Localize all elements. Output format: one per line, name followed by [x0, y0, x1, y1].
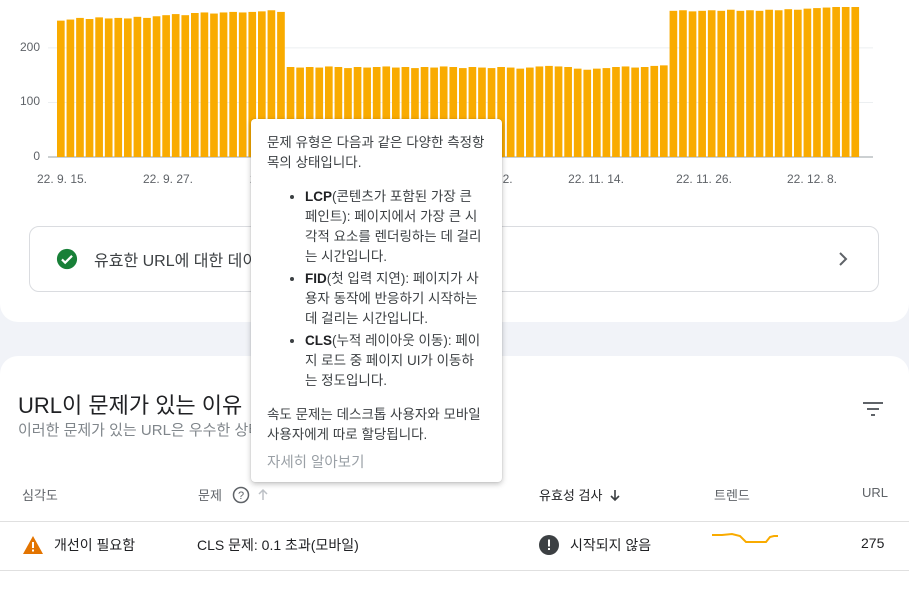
chart-bar[interactable]: [85, 19, 94, 157]
chart-bar[interactable]: [736, 10, 745, 157]
section-title: URL이 문제가 있는 이유: [18, 393, 243, 418]
chart-bar[interactable]: [506, 67, 515, 157]
tooltip-footer: 속도 문제는 데스크톱 사용자와 모바일 사용자에게 따로 할당됩니다.: [267, 407, 481, 442]
chart-bar[interactable]: [210, 13, 218, 157]
chart-bar[interactable]: [526, 67, 534, 157]
chart-bar[interactable]: [784, 9, 793, 158]
chart-bar[interactable]: [95, 17, 103, 157]
chart-bar[interactable]: [727, 9, 735, 158]
y-tick-label: 0: [33, 149, 40, 163]
y-tick-label: 100: [19, 94, 40, 109]
chart-bar[interactable]: [640, 67, 649, 157]
chart-bar[interactable]: [688, 11, 697, 157]
x-tick-label: 22. 11. 14.: [568, 172, 624, 186]
tooltip-metric-list: LCP(콘텐츠가 포함된 가장 큰 페인트): 페이지에서 가장 큰 시각적 요…: [267, 187, 486, 391]
chart-bar[interactable]: [707, 10, 716, 157]
chart-bar[interactable]: [631, 67, 639, 157]
tooltip-item-fid: FID(첫 입력 지연): 페이지가 사용자 동작에 반응하기 시작하는 데 걸…: [305, 269, 486, 329]
arrow-down-icon[interactable]: [608, 488, 622, 502]
chart-bar[interactable]: [573, 68, 582, 157]
chart-bar[interactable]: [765, 9, 773, 158]
chart-bar[interactable]: [143, 17, 151, 157]
chart-bar[interactable]: [171, 14, 180, 158]
chart-bar[interactable]: [698, 10, 706, 157]
x-tick-label: 22. 9. 15.: [36, 172, 88, 186]
chart-bar[interactable]: [602, 68, 611, 157]
row-issue[interactable]: CLS 문제: 0.1 초과(모바일): [197, 535, 359, 555]
chart-bar[interactable]: [717, 10, 726, 157]
tooltip-intro: 문제 유형은 다음과 같은 다양한 측정항목의 상태입니다.: [267, 135, 485, 170]
row-severity[interactable]: 개선이 필요함: [22, 535, 135, 555]
help-circle-icon[interactable]: ?: [232, 486, 250, 504]
chart-bar[interactable]: [583, 69, 592, 157]
table-divider: [0, 521, 909, 522]
row-validation[interactable]: 시작되지 않음: [539, 535, 651, 555]
chart-bar[interactable]: [133, 16, 142, 157]
filter-icon[interactable]: [862, 400, 884, 418]
chart-bar[interactable]: [219, 12, 228, 158]
col-header-trend: 트렌드: [714, 488, 750, 503]
table-divider: [0, 570, 909, 571]
col-header-severity[interactable]: 심각도: [22, 485, 58, 504]
trend-sparkline: [712, 532, 778, 543]
chart-bar[interactable]: [114, 17, 123, 157]
col-header-validation[interactable]: 유효성 검사: [539, 485, 622, 504]
chart-bar[interactable]: [57, 20, 65, 157]
chart-bar[interactable]: [813, 8, 821, 158]
chart-bar[interactable]: [822, 7, 831, 157]
y-tick-label: 200: [19, 39, 40, 54]
x-tick-label: 22. 12. 8.: [786, 172, 838, 186]
chart-bar[interactable]: [621, 66, 630, 157]
chart-bar[interactable]: [181, 15, 190, 158]
warning-icon: [23, 536, 43, 554]
chart-bar[interactable]: [851, 7, 860, 157]
svg-text:?: ?: [238, 490, 244, 502]
chart-bar[interactable]: [104, 18, 113, 158]
chart-bar[interactable]: [832, 7, 840, 157]
chart-bar[interactable]: [66, 19, 75, 157]
chart-bar[interactable]: [650, 65, 659, 157]
tooltip-item-cls: CLS(누적 레이아웃 이동): 페이지 로드 중 페이지 UI가 이동하는 정…: [305, 331, 486, 391]
x-tick-label: 22. 11. 26.: [676, 172, 732, 186]
chart-bar[interactable]: [152, 16, 161, 157]
chart-bar[interactable]: [238, 12, 247, 158]
chart-bar[interactable]: [669, 10, 678, 157]
chart-bar[interactable]: [516, 68, 525, 157]
col-header-urls: URL: [862, 485, 889, 500]
row-url-count: 275: [861, 535, 885, 551]
chart-bar[interactable]: [679, 10, 687, 157]
chart-bar[interactable]: [794, 9, 802, 158]
issue-type-tooltip: 문제 유형은 다음과 같은 다양한 측정항목의 상태입니다. LCP(콘텐츠가 …: [251, 119, 502, 482]
x-tick-label: 22. 9. 27.: [142, 172, 194, 186]
chart-bar[interactable]: [564, 67, 572, 157]
chart-bar[interactable]: [660, 65, 668, 157]
chart-bar[interactable]: [746, 10, 754, 157]
chart-bar[interactable]: [593, 68, 601, 157]
chart-bar[interactable]: [612, 67, 620, 157]
chart-bar[interactable]: [774, 10, 783, 157]
arrow-up-icon[interactable]: [256, 488, 270, 502]
chart-bar[interactable]: [162, 15, 170, 158]
learn-more-link[interactable]: 자세히 알아보기: [267, 453, 486, 473]
chart-bar[interactable]: [124, 18, 132, 158]
valid-url-status-text: 유효한 URL에 대한 데이터: [94, 253, 272, 270]
chart-bar[interactable]: [76, 17, 84, 157]
check-circle-icon: [56, 248, 78, 270]
chart-bar[interactable]: [841, 7, 850, 157]
col-header-issue[interactable]: 문제 ?: [198, 485, 270, 504]
tooltip-item-lcp: LCP(콘텐츠가 포함된 가장 큰 페인트): 페이지에서 가장 큰 시각적 요…: [305, 187, 486, 267]
exclamation-circle-icon: [539, 535, 559, 555]
chart-bar[interactable]: [803, 8, 812, 158]
chart-bar[interactable]: [200, 12, 209, 158]
chart-bar[interactable]: [229, 11, 237, 157]
chart-bar[interactable]: [755, 10, 764, 157]
chart-bar[interactable]: [191, 13, 199, 157]
chart-bar[interactable]: [554, 66, 563, 157]
chevron-right-icon[interactable]: [836, 249, 850, 269]
chart-bar[interactable]: [545, 65, 553, 157]
chart-bar[interactable]: [535, 66, 544, 157]
